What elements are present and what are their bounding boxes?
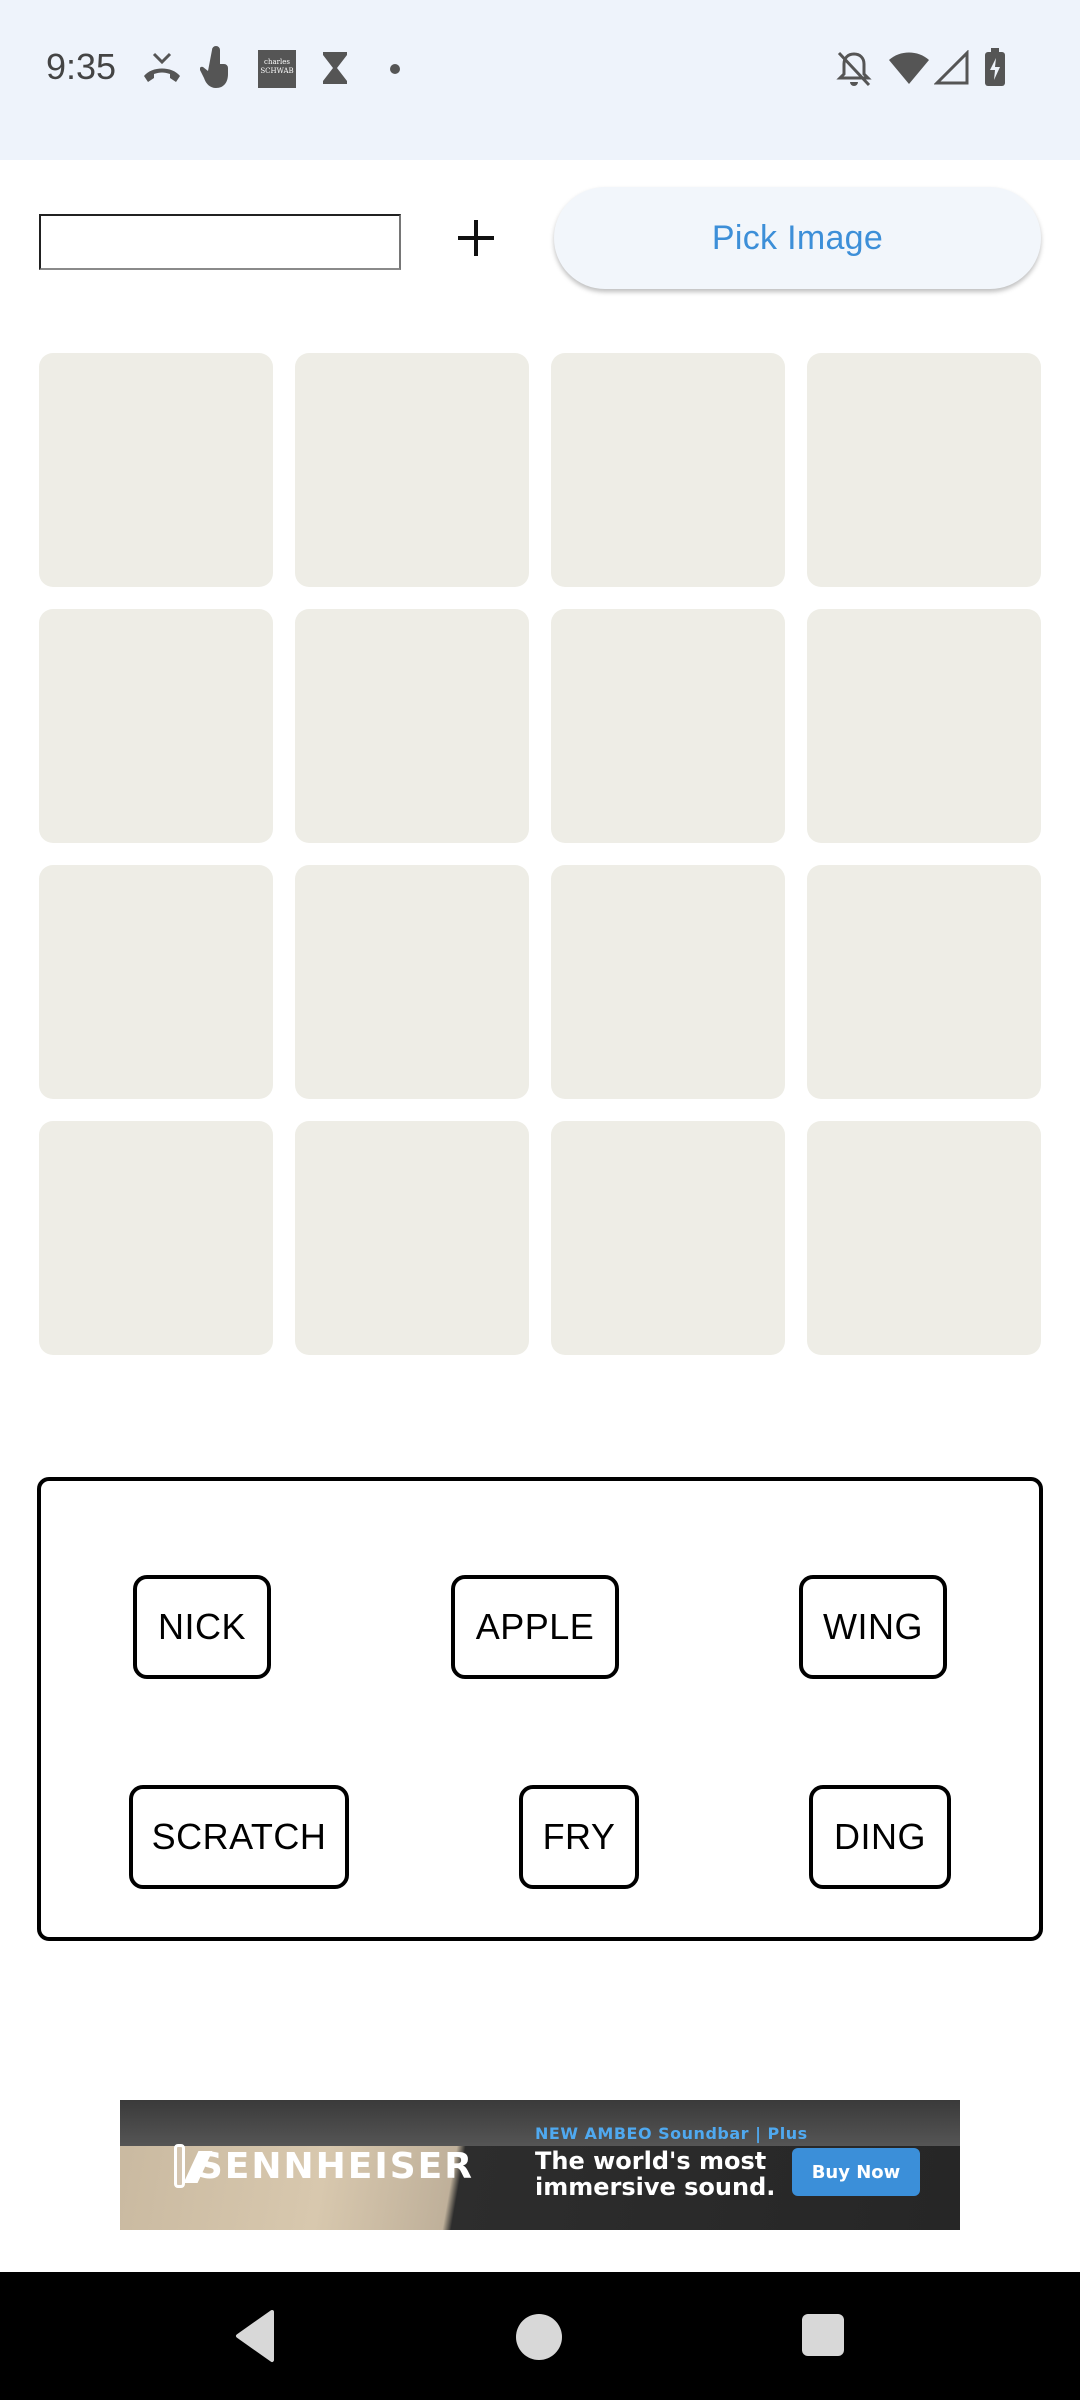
image-grid [39,353,1041,1355]
grid-cell[interactable] [295,865,529,1099]
schwab-text: charles SCHWAB [260,58,294,75]
battery-icon [985,48,1005,86]
add-word-button[interactable] [446,208,506,268]
word-chip-fry[interactable]: FRY [519,1785,639,1889]
word-chip-scratch[interactable]: SCRATCH [129,1785,349,1889]
grid-cell[interactable] [39,1121,273,1355]
hourglass-icon [323,52,347,84]
back-icon[interactable] [232,2308,276,2364]
grid-cell[interactable] [39,609,273,843]
word-bank: NICK APPLE WING SCRATCH FRY DING [37,1477,1043,1941]
grid-cell[interactable] [39,353,273,587]
bell-off-icon [836,51,872,87]
ad-brand: SENNHEISER [196,2145,474,2187]
status-time: 9:35 [46,46,117,87]
word-chip-ding[interactable]: DING [809,1785,951,1889]
grid-cell[interactable] [551,865,785,1099]
recents-icon[interactable] [802,2314,844,2356]
grid-cell[interactable] [807,609,1041,843]
grid-cell[interactable] [807,1121,1041,1355]
charles-schwab-icon: charles SCHWAB [258,50,296,88]
home-icon[interactable] [516,2314,562,2360]
grid-cell[interactable] [39,865,273,1099]
ad-headline: The world's most immersive sound. [535,2147,776,2201]
ad-buy-now-button[interactable]: Buy Now [792,2148,920,2196]
pick-image-button[interactable]: Pick Image [554,187,1041,289]
grid-cell[interactable] [295,1121,529,1355]
sennheiser-logo-icon [174,2144,185,2188]
touch-icon [200,46,228,88]
ad-banner[interactable]: SENNHEISER NEW AMBEO Soundbar | Plus The… [120,2100,960,2230]
word-chip-nick[interactable]: NICK [133,1575,271,1679]
wifi-icon [889,52,929,84]
ad-tagline: NEW AMBEO Soundbar | Plus [535,2124,808,2143]
status-bar: 9:35 charles SCHWAB [0,0,1080,160]
missed-call-icon [144,52,180,82]
grid-cell[interactable] [551,353,785,587]
grid-cell[interactable] [551,1121,785,1355]
signal-icon [934,50,969,85]
word-chip-apple[interactable]: APPLE [451,1575,619,1679]
grid-cell[interactable] [807,865,1041,1099]
navigation-bar [0,2272,1080,2400]
plus-icon [458,220,494,256]
word-text-field[interactable] [39,214,401,270]
dot-icon [390,64,400,74]
grid-cell[interactable] [295,353,529,587]
word-chip-wing[interactable]: WING [799,1575,947,1679]
grid-cell[interactable] [295,609,529,843]
grid-cell[interactable] [807,353,1041,587]
sennheiser-logo: SENNHEISER [174,2140,474,2192]
grid-cell[interactable] [551,609,785,843]
